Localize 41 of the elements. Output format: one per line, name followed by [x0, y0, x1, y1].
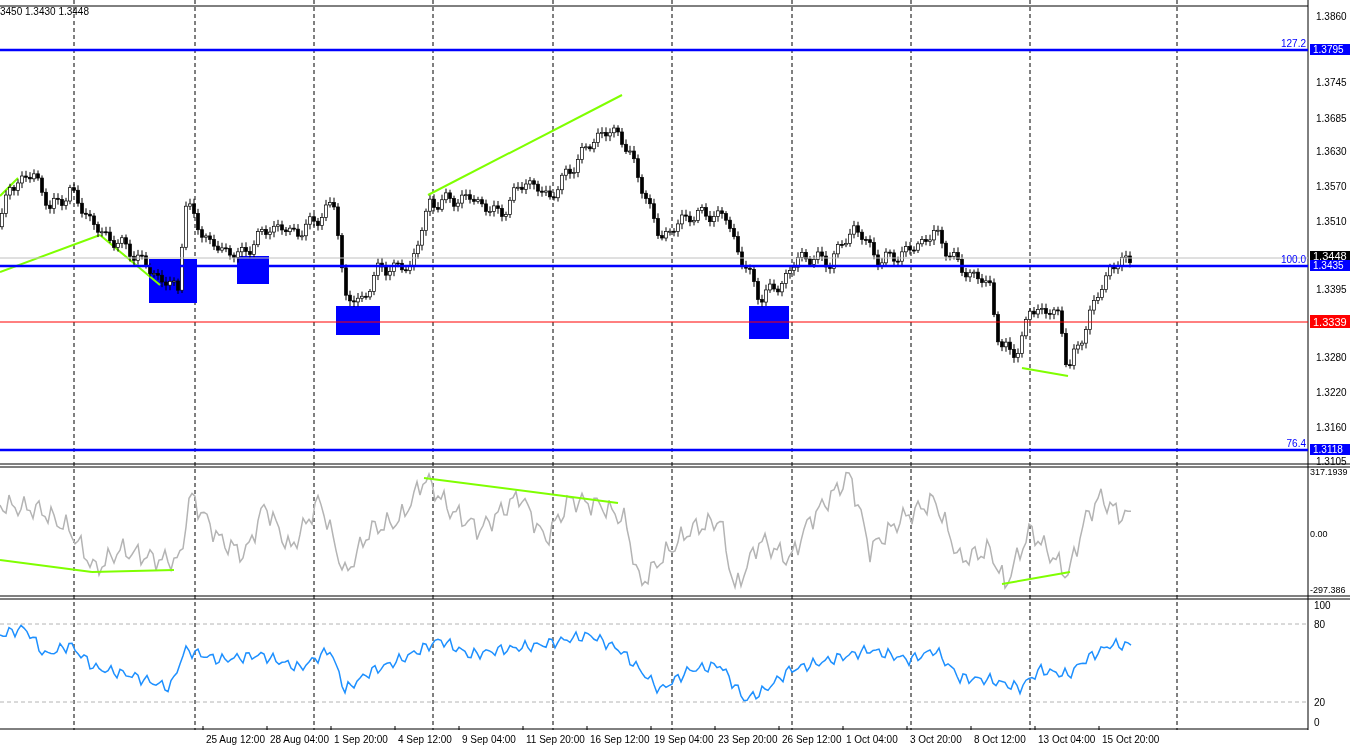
stochastic-axis-label: 80 — [1314, 619, 1326, 630]
price-axis-label: 1.3685 — [1316, 113, 1347, 124]
price-tag: 1.3339 — [1310, 315, 1350, 328]
stochastic-axis-label: 100 — [1314, 600, 1331, 611]
fibonacci-ratio-label: 100.0 — [1280, 254, 1306, 265]
time-axis-label: 3 Oct 20:00 — [909, 733, 963, 747]
price-tag: 1.3118 — [1310, 444, 1350, 455]
cci-axis-label: -297.386 — [1310, 585, 1346, 595]
price-axis-label: 1.3220 — [1316, 387, 1347, 398]
time-axis-label: 9 Sep 04:00 — [461, 733, 517, 747]
price-axis-label: 1.3745 — [1316, 77, 1347, 88]
time-axis-label: 19 Sep 04:00 — [653, 733, 715, 747]
price-axis-label: 1.3105 — [1316, 456, 1347, 467]
price-axis-label: 1.3395 — [1316, 284, 1347, 295]
stochastic-axis-label: 20 — [1314, 697, 1326, 708]
price-tag: 1.3435 — [1310, 260, 1350, 271]
time-axis-label: 8 Oct 12:00 — [973, 733, 1027, 747]
time-axis-label: 4 Sep 12:00 — [397, 733, 453, 747]
ohlc-readout: 3450 1.3430 1.3448 — [0, 6, 89, 17]
price-axis-label: 1.3510 — [1316, 216, 1347, 227]
stochastic-axis-label: 0 — [1314, 717, 1320, 728]
time-axis-label: 23 Sep 20:00 — [717, 733, 779, 747]
price-axis-label: 1.3630 — [1316, 146, 1347, 157]
time-axis-label: 11 Sep 20:00 — [525, 733, 586, 747]
price-axis-label: 1.3160 — [1316, 422, 1347, 433]
price-axis-label: 1.3860 — [1316, 11, 1347, 22]
price-axis-label: 1.3570 — [1316, 181, 1347, 192]
time-axis-label: 28 Aug 04:00 — [269, 733, 330, 747]
cci-axis-label: 317.1939 — [1310, 467, 1348, 477]
cci-axis-label: 0.00 — [1310, 529, 1328, 539]
time-axis-label: 13 Oct 04:00 — [1037, 733, 1097, 747]
price-axis-label: 1.3280 — [1316, 352, 1347, 363]
time-axis-label: 15 Oct 20:00 — [1101, 733, 1161, 747]
time-axis-label: 1 Oct 04:00 — [845, 733, 899, 747]
time-axis-label: 26 Sep 12:00 — [781, 733, 843, 747]
fibonacci-ratio-label: 127.2 — [1280, 38, 1306, 49]
time-axis-label: 16 Sep 12:00 — [589, 733, 651, 747]
time-axis-label: 25 Aug 12:00 — [205, 733, 266, 747]
time-axis-label: 1 Sep 20:00 — [333, 733, 389, 747]
price-tag: 1.3795 — [1310, 44, 1350, 55]
fibonacci-ratio-label: 76.4 — [1286, 438, 1306, 449]
